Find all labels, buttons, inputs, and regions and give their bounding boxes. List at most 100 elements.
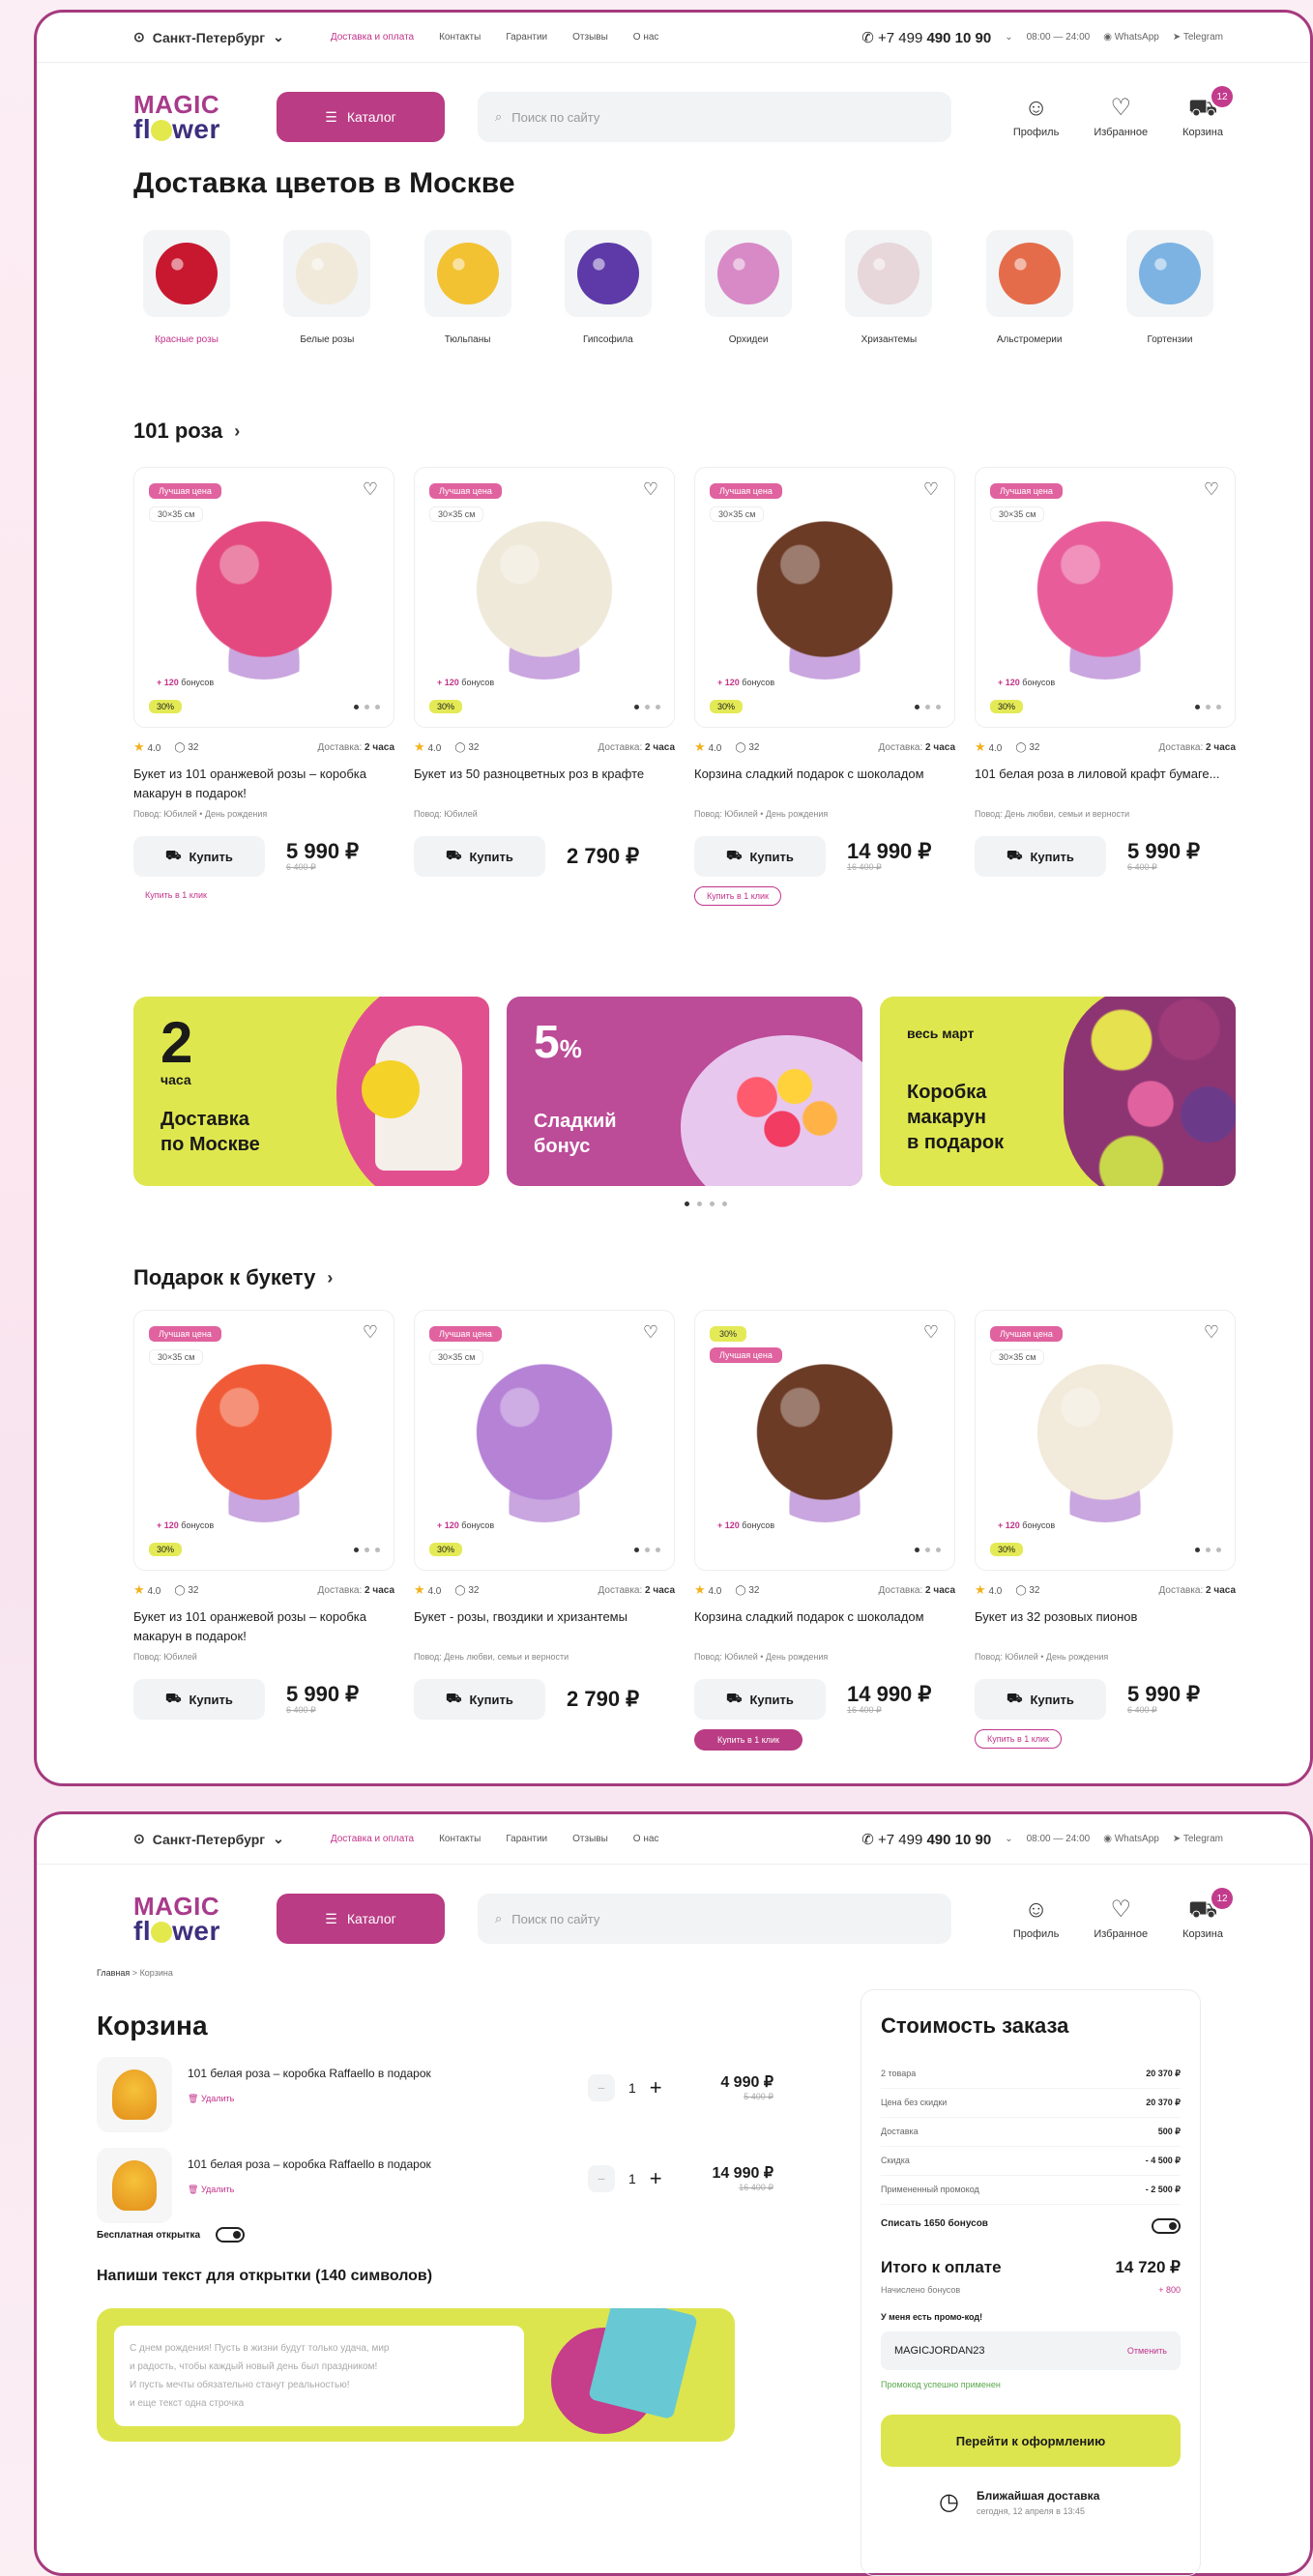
reviews[interactable]: ◯ 32: [735, 742, 759, 753]
profile-button[interactable]: ☺ Профиль: [1013, 1897, 1060, 1941]
free-card-toggle[interactable]: [216, 2227, 246, 2243]
whatsapp-link[interactable]: ◉ WhatsApp: [1103, 32, 1159, 43]
one-click-buy-link[interactable]: Купить в 1 клик: [975, 1729, 1062, 1749]
favorite-heart-icon[interactable]: ♡: [363, 479, 378, 500]
product-name[interactable]: Корзина сладкий подарок с шоколадом: [694, 765, 955, 805]
cart-button[interactable]: ⛟ 12 Корзина: [1182, 1888, 1233, 1940]
product-card[interactable]: Лучшая цена 30×35 см ♡ + 120 бонусов 30% ★ 4.…: [133, 467, 394, 906]
category-item[interactable]: Красные розы: [133, 230, 240, 345]
nav-delivery[interactable]: Доставка и оплата: [331, 32, 414, 43]
logo[interactable]: MAGIC fl wer: [133, 1894, 253, 1945]
telegram-link[interactable]: ➤ Telegram: [1173, 32, 1223, 43]
product-name[interactable]: Букет из 101 оранжевой розы – коробка ма…: [133, 765, 394, 805]
dot[interactable]: [354, 1548, 359, 1552]
dot[interactable]: [710, 1201, 715, 1206]
dot[interactable]: [697, 1201, 702, 1206]
banner-delivery[interactable]: 2 часа Доставка по Москве: [133, 997, 489, 1186]
dot[interactable]: [915, 1548, 919, 1552]
bonus-toggle[interactable]: [1152, 2218, 1181, 2234]
promo-cancel-button[interactable]: Отменить: [1127, 2346, 1167, 2356]
product-card[interactable]: Лучшая цена 30×35 см ♡ + 120 бонусов 30% ★ 4.…: [694, 467, 955, 906]
dot[interactable]: [365, 1548, 369, 1552]
dot[interactable]: [656, 1548, 660, 1552]
cart-item-image[interactable]: [97, 2148, 172, 2223]
product-name[interactable]: Букет из 50 разноцветных роз в крафте: [414, 765, 675, 805]
reviews[interactable]: ◯ 32: [735, 1585, 759, 1596]
image-pagination[interactable]: [1195, 705, 1221, 709]
product-image[interactable]: Лучшая цена 30×35 см ♡ + 120 бонусов 30%: [694, 467, 955, 728]
profile-button[interactable]: ☺ Профиль: [1013, 96, 1060, 139]
one-click-buy-link[interactable]: Купить в 1 клик: [133, 886, 219, 904]
cart-item-name[interactable]: 101 белая роза – коробка Raffaello в под…: [188, 2157, 431, 2171]
dot[interactable]: [722, 1201, 727, 1206]
image-pagination[interactable]: [634, 705, 660, 709]
image-pagination[interactable]: [354, 1548, 380, 1552]
product-card[interactable]: Лучшая цена 30×35 см ♡ + 120 бонусов 30% ★ 4.…: [975, 1310, 1236, 1751]
product-name[interactable]: 101 белая роза в лиловой крафт бумаге...: [975, 765, 1236, 805]
dot[interactable]: [354, 705, 359, 709]
reviews[interactable]: ◯ 32: [174, 742, 198, 753]
product-card[interactable]: Лучшая цена 30×35 см ♡ + 120 бонусов 30% ★ 4.…: [414, 1310, 675, 1751]
nav-contacts[interactable]: Контакты: [439, 1834, 481, 1844]
dot[interactable]: [656, 705, 660, 709]
nav-reviews[interactable]: Отзывы: [572, 32, 608, 43]
nav-guarantees[interactable]: Гарантии: [506, 32, 547, 43]
image-pagination[interactable]: [1195, 1548, 1221, 1552]
catalog-button[interactable]: ☰ Каталог: [277, 1894, 445, 1944]
logo[interactable]: MAGIC fl wer: [133, 92, 253, 143]
product-name[interactable]: Корзина сладкий подарок с шоколадом: [694, 1607, 955, 1648]
dot[interactable]: [936, 1548, 941, 1552]
image-pagination[interactable]: [634, 1548, 660, 1552]
buy-button[interactable]: ⛟ Купить: [414, 836, 545, 877]
category-item[interactable]: Тюльпаны: [415, 230, 521, 345]
cart-item-image[interactable]: [97, 2057, 172, 2132]
product-image[interactable]: Лучшая цена 30×35 см ♡ + 120 бонусов 30%: [975, 1310, 1236, 1571]
dot[interactable]: [1195, 705, 1200, 709]
one-click-buy-link[interactable]: Купить в 1 клик: [694, 1729, 802, 1751]
dot[interactable]: [1216, 1548, 1221, 1552]
phone-link[interactable]: ✆ +7 499 490 10 90: [861, 29, 991, 46]
banner-macarons[interactable]: весь март Коробка макарун в подарок: [880, 997, 1236, 1186]
dot[interactable]: [634, 705, 639, 709]
banner-pagination[interactable]: [685, 1201, 727, 1206]
delete-button[interactable]: 🗑 Удалить: [188, 2185, 431, 2195]
nav-guarantees[interactable]: Гарантии: [506, 1834, 547, 1844]
cart-item-name[interactable]: 101 белая роза – коробка Raffaello в под…: [188, 2067, 431, 2080]
product-card[interactable]: Лучшая цена 30×35 см ♡ + 120 бонусов 30% ★ 4.…: [133, 1310, 394, 1751]
dot[interactable]: [1216, 705, 1221, 709]
favorite-heart-icon[interactable]: ♡: [923, 1322, 939, 1343]
favorites-button[interactable]: ♡ Избранное: [1094, 96, 1148, 139]
dot[interactable]: [936, 705, 941, 709]
favorite-heart-icon[interactable]: ♡: [643, 479, 658, 500]
promo-code-field[interactable]: MAGICJORDAN23 Отменить: [881, 2331, 1181, 2370]
product-image[interactable]: Лучшая цена 30×35 см ♡ + 120 бонусов 30%: [133, 467, 394, 728]
buy-button[interactable]: ⛟ Купить: [133, 1679, 265, 1720]
dot[interactable]: [645, 1548, 650, 1552]
dot[interactable]: [1206, 1548, 1211, 1552]
category-item[interactable]: Гортензии: [1117, 230, 1223, 345]
phone-link[interactable]: ✆ +7 499 490 10 90: [861, 1831, 991, 1848]
whatsapp-link[interactable]: ◉ WhatsApp: [1103, 1834, 1159, 1844]
dot[interactable]: [1195, 1548, 1200, 1552]
search-input[interactable]: ⌕ Поиск по сайту: [478, 1894, 951, 1944]
section-gift[interactable]: Подарок к букету ›: [133, 1265, 333, 1290]
nav-reviews[interactable]: Отзывы: [572, 1834, 608, 1844]
dot[interactable]: [365, 705, 369, 709]
dot[interactable]: [915, 705, 919, 709]
note-textarea[interactable]: С днем рождения! Пусть в жизни будут тол…: [114, 2326, 524, 2426]
category-item[interactable]: Орхидеи: [695, 230, 802, 345]
banner-sweet-bonus[interactable]: 5% Сладкий бонус: [507, 997, 862, 1186]
product-card[interactable]: Лучшая цена 30×35 см ♡ + 120 бонусов 30% ★ 4.…: [414, 467, 675, 906]
product-card[interactable]: Лучшая цена 30×35 см ♡ + 120 бонусов 30% ★ 4.…: [975, 467, 1236, 906]
product-name[interactable]: Букет - розы, гвоздики и хризантемы: [414, 1607, 675, 1648]
buy-button[interactable]: ⛟ Купить: [975, 836, 1106, 877]
one-click-buy-link[interactable]: Купить в 1 клик: [694, 886, 781, 906]
cart-button[interactable]: ⛟ 12 Корзина: [1182, 86, 1233, 138]
category-item[interactable]: Белые розы: [274, 230, 380, 345]
reviews[interactable]: ◯ 32: [1015, 1585, 1039, 1596]
favorite-heart-icon[interactable]: ♡: [363, 1322, 378, 1343]
nav-delivery[interactable]: Доставка и оплата: [331, 1834, 414, 1844]
buy-button[interactable]: ⛟ Купить: [975, 1679, 1106, 1720]
reviews[interactable]: ◯ 32: [454, 1585, 479, 1596]
image-pagination[interactable]: [915, 1548, 941, 1552]
